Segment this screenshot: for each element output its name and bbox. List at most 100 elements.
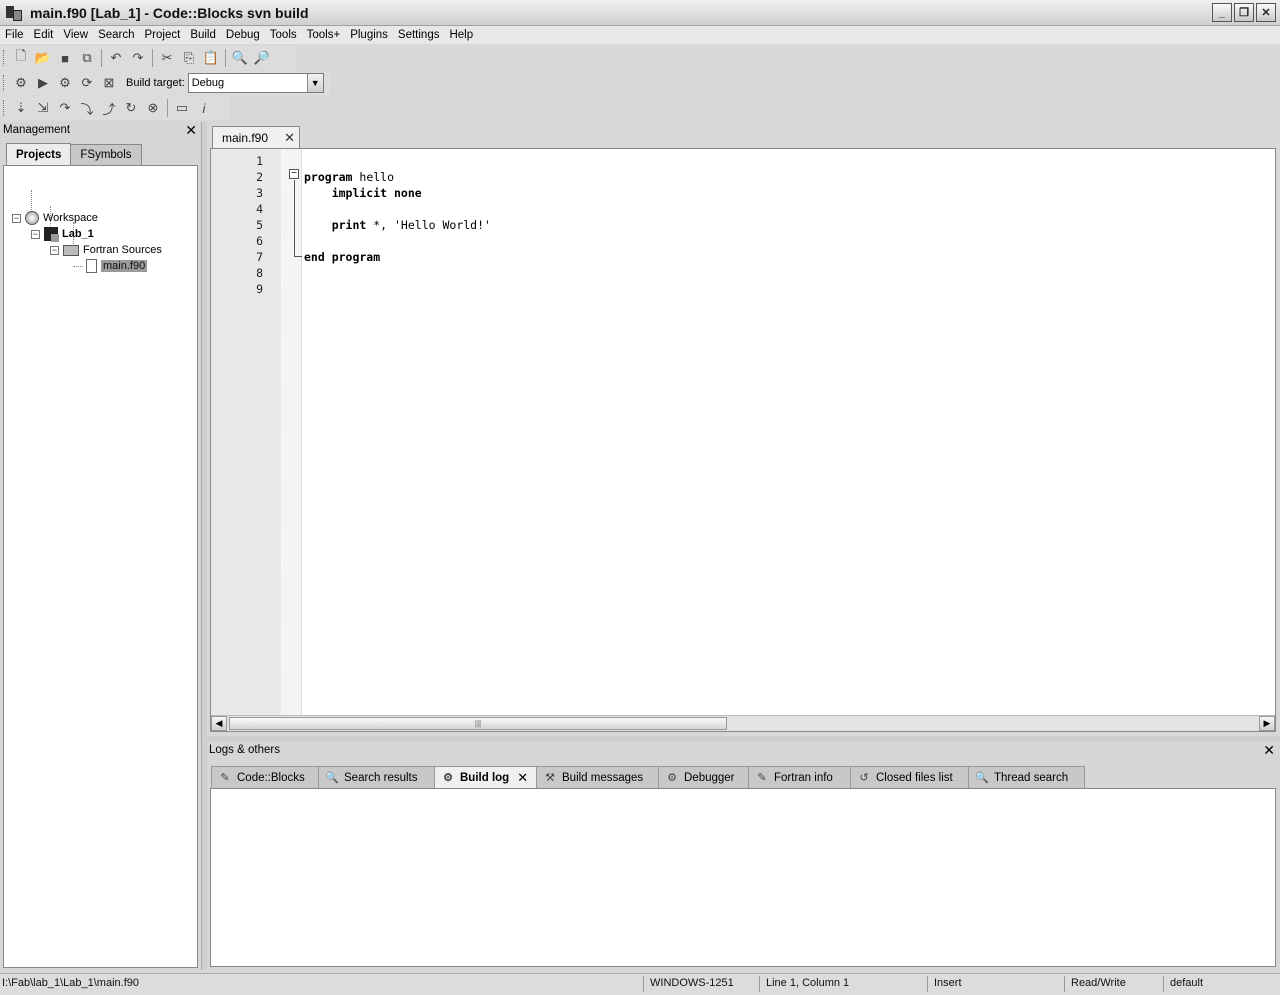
paste-icon[interactable]: 📋 — [200, 48, 222, 68]
status-bar: I:\Fab\lab_1\Lab_1\main.f90 WINDOWS-1251… — [0, 973, 1280, 995]
menu-help[interactable]: Help — [444, 29, 478, 41]
menu-file[interactable]: File — [0, 29, 29, 41]
redo-icon[interactable]: ↷ — [127, 48, 149, 68]
menu-settings[interactable]: Settings — [393, 29, 445, 41]
menu-search[interactable]: Search — [93, 29, 139, 41]
close-icon[interactable]: ✕ — [1263, 742, 1275, 759]
toolbar-separator — [167, 99, 168, 117]
build-icon[interactable]: ⚙ — [10, 73, 32, 93]
scroll-right-icon[interactable]: ▶ — [1259, 716, 1275, 731]
logs-panel: Logs & others ✕ ✎ Code::Blocks 🔍 Search … — [207, 741, 1280, 970]
tree-item-folder[interactable]: − Fortran Sources — [50, 242, 162, 258]
tab-build-messages[interactable]: ⚒ Build messages — [536, 766, 659, 788]
run-icon[interactable]: ▶ — [32, 73, 54, 93]
window-title: main.f90 [Lab_1] - Code::Blocks svn buil… — [30, 4, 309, 21]
status-separator — [1163, 976, 1164, 992]
menu-plugins[interactable]: Plugins — [345, 29, 393, 41]
tab-label: Code::Blocks — [237, 771, 305, 784]
tab-build-log[interactable]: ⚙ Build log ✕ — [434, 766, 537, 788]
tree-item-workspace[interactable]: − Workspace — [12, 210, 98, 226]
scroll-thumb[interactable]: ||| — [229, 717, 727, 730]
toolbar-grip[interactable] — [3, 100, 6, 116]
undo-icon[interactable]: ↶ — [105, 48, 127, 68]
collapse-icon[interactable]: − — [12, 213, 21, 223]
fold-toggle-icon[interactable]: − — [289, 169, 299, 179]
toolbar-grip[interactable] — [3, 50, 6, 66]
menu-project[interactable]: Project — [140, 29, 186, 41]
line-number: 8 — [256, 266, 263, 280]
chevron-down-icon[interactable]: ▼ — [306, 74, 323, 92]
find-icon[interactable]: 🔍 — [229, 48, 251, 68]
minimize-button[interactable]: _ — [1212, 3, 1232, 22]
tree-item-project[interactable]: − Lab_1 — [31, 226, 94, 242]
replace-icon[interactable]: 🔎 — [251, 48, 273, 68]
menu-debug[interactable]: Debug — [221, 29, 265, 41]
hammer-icon: ⚒ — [545, 772, 555, 784]
close-icon[interactable]: ✕ — [284, 130, 295, 146]
tree-item-file[interactable]: main.f90 — [84, 258, 148, 274]
menu-build[interactable]: Build — [185, 29, 221, 41]
fold-line — [294, 180, 295, 256]
tab-label: main.f90 — [222, 130, 269, 145]
scroll-left-icon[interactable]: ◀ — [211, 716, 227, 731]
stop-debugger-icon[interactable]: ⊗ — [142, 98, 164, 118]
toolbar-grip[interactable] — [3, 75, 6, 91]
abort-icon[interactable]: ⊠ — [98, 73, 120, 93]
next-line-icon[interactable]: ↷ — [54, 98, 76, 118]
restore-button[interactable]: ❐ — [1234, 3, 1254, 22]
tab-fsymbols[interactable]: FSymbols — [70, 144, 142, 165]
tab-fortran-info[interactable]: ✎ Fortran info — [748, 766, 851, 788]
next-instruction-icon[interactable]: ↻ — [120, 98, 142, 118]
tab-label: Build log — [460, 771, 510, 784]
rebuild-icon[interactable]: ⟳ — [76, 73, 98, 93]
debug-windows-icon[interactable]: ▭ — [171, 98, 193, 118]
code-keyword: print — [304, 218, 367, 232]
run-to-cursor-icon[interactable]: ⇲ — [32, 98, 54, 118]
tab-codeblocks[interactable]: ✎ Code::Blocks — [211, 766, 319, 788]
menu-view[interactable]: View — [58, 29, 93, 41]
line-number: 5 — [256, 218, 263, 232]
step-into-icon[interactable]: ⤵ — [76, 98, 98, 118]
status-encoding: WINDOWS-1251 — [650, 977, 734, 989]
tab-search-results[interactable]: 🔍 Search results — [318, 766, 435, 788]
debug-icon[interactable]: ⇣ — [10, 98, 32, 118]
logs-header: Logs & others ✕ — [207, 741, 1280, 759]
copy-icon[interactable]: ⎘ — [178, 48, 200, 68]
collapse-icon[interactable]: − — [31, 229, 40, 239]
save-icon[interactable]: ■ — [54, 48, 76, 68]
tab-label: Closed files list — [876, 771, 953, 784]
close-icon[interactable]: ✕ — [517, 770, 528, 786]
debugger-icon: ⚙ — [667, 772, 677, 784]
info-icon[interactable]: i — [193, 98, 215, 118]
menu-tools[interactable]: Tools — [265, 29, 302, 41]
status-separator — [927, 976, 928, 992]
menu-edit[interactable]: Edit — [29, 29, 59, 41]
horizontal-scrollbar[interactable]: ◀ ||| ▶ — [211, 715, 1275, 731]
close-icon[interactable]: ✕ — [185, 122, 197, 139]
open-icon[interactable]: 📂 — [32, 48, 54, 68]
toolbar-separator — [152, 49, 153, 67]
menu-tools-plus[interactable]: Tools+ — [302, 29, 346, 41]
code-editor[interactable]: 1 2 3 4 5 6 7 8 9 − program hello implic… — [210, 148, 1276, 732]
tab-closed-files[interactable]: ↺ Closed files list — [850, 766, 969, 788]
save-all-icon[interactable]: ⧉ — [76, 48, 98, 68]
project-icon — [44, 227, 59, 242]
tab-label: Build messages — [562, 771, 644, 784]
tab-projects[interactable]: Projects — [6, 143, 72, 165]
cut-icon[interactable]: ✂ — [156, 48, 178, 68]
build-run-icon[interactable]: ⚙ — [54, 73, 76, 93]
tab-thread-search[interactable]: 🔍 Thread search — [968, 766, 1085, 788]
collapse-icon[interactable]: − — [50, 245, 59, 255]
line-number: 6 — [256, 234, 263, 248]
line-number: 3 — [256, 186, 263, 200]
build-log-output[interactable] — [210, 788, 1276, 967]
tab-main-f90[interactable]: main.f90 ✕ — [212, 126, 300, 148]
gear-icon: ⚙ — [443, 772, 453, 784]
tab-debugger[interactable]: ⚙ Debugger — [658, 766, 749, 788]
build-target-select[interactable]: Debug ▼ — [187, 73, 324, 93]
step-out-icon[interactable]: ⤴ — [98, 98, 120, 118]
tree-label: main.f90 — [101, 260, 148, 272]
close-window-button[interactable]: ✕ — [1256, 3, 1276, 22]
tab-label: Debugger — [684, 771, 735, 784]
new-file-icon[interactable]: 🗋 — [10, 48, 32, 68]
